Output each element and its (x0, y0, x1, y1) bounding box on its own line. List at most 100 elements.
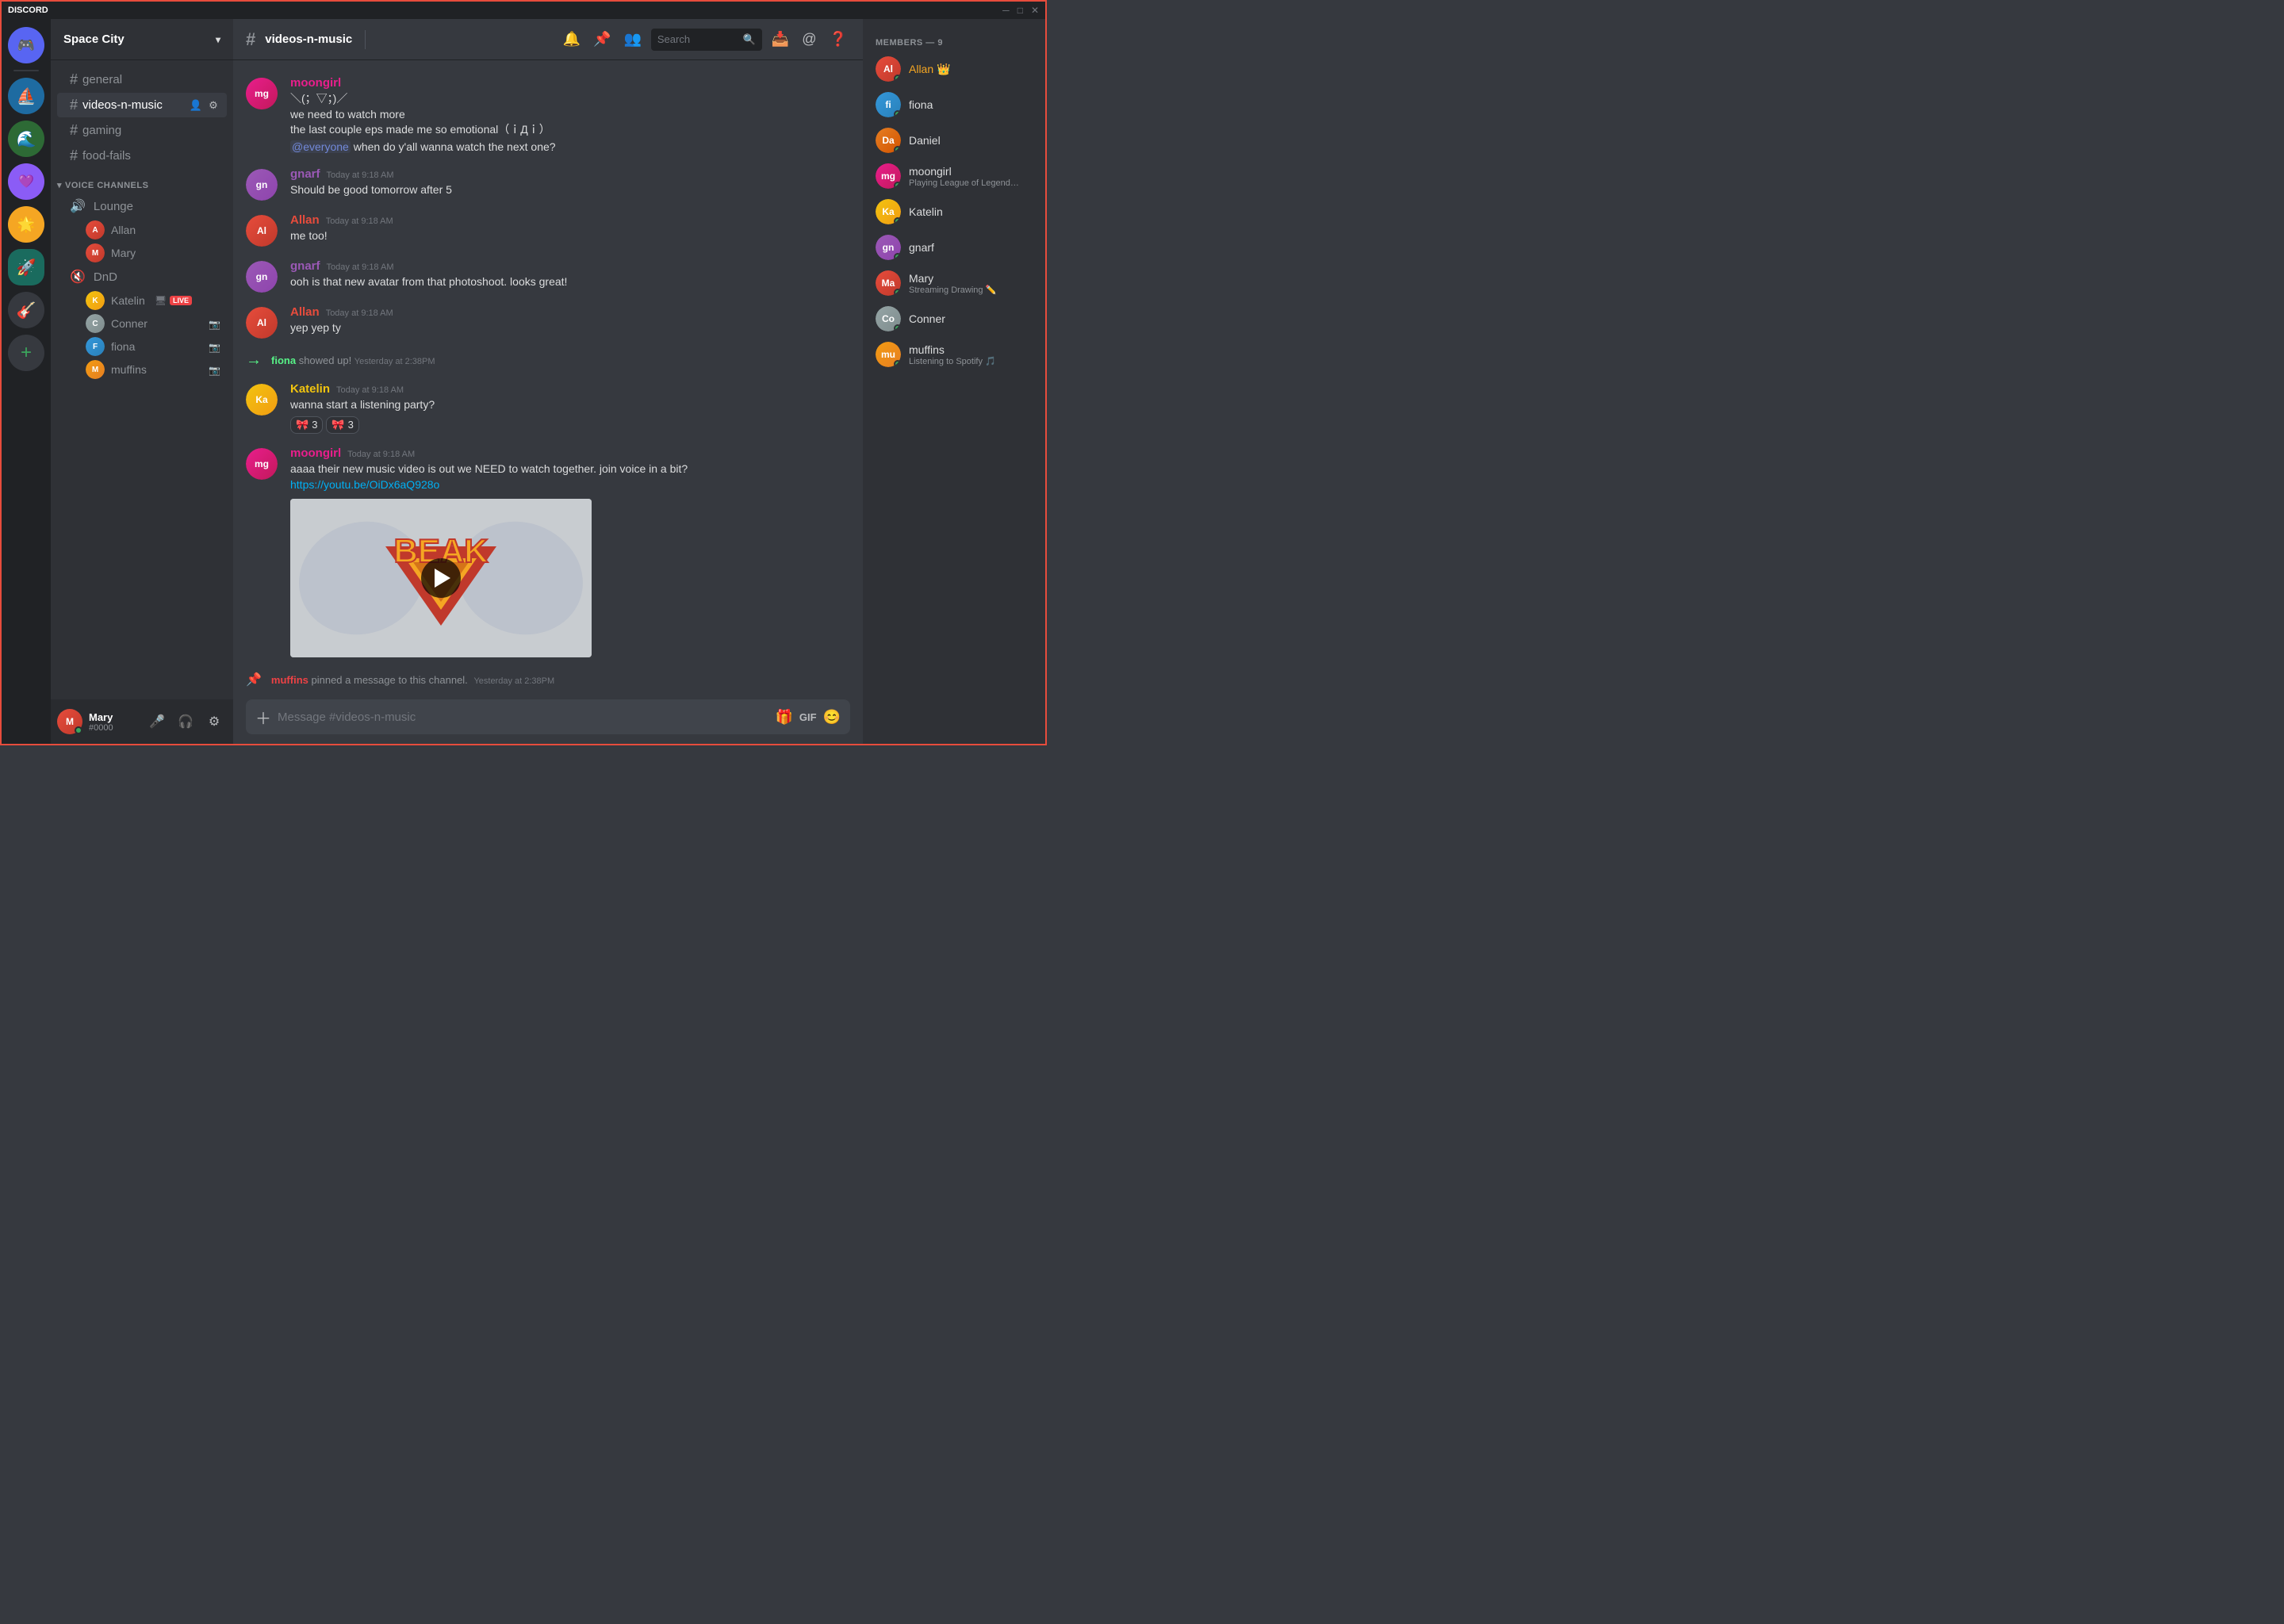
member-status-dot (894, 360, 901, 367)
system-text: muffins pinned a message to this channel… (271, 674, 554, 686)
app-title: DISCORD (8, 6, 48, 15)
member-item-moongirl[interactable]: mg moongirl Playing League of Legends 🎮 (869, 159, 1039, 193)
channel-item-lounge[interactable]: 🔊 Lounge (57, 194, 227, 218)
voice-user-fiona[interactable]: F fiona 📷 (79, 335, 227, 358)
channel-item-food-fails[interactable]: # food-fails (57, 144, 227, 168)
everyone-mention[interactable]: @everyone (290, 140, 351, 153)
member-item-fiona[interactable]: fi fiona (869, 87, 1039, 122)
reaction-1[interactable]: 🎀 3 (290, 416, 323, 434)
pin-button[interactable]: 📌 (590, 28, 614, 51)
system-message-pin: 📌 muffins pinned a message to this chann… (233, 667, 863, 690)
minimize-btn[interactable]: ─ (1002, 5, 1010, 16)
voice-user-muffins[interactable]: M muffins 📷 (79, 358, 227, 381)
channel-item-dnd[interactable]: 🔇 DnD (57, 265, 227, 289)
window-controls[interactable]: ─ □ ✕ (1002, 5, 1039, 16)
settings-channel-btn[interactable]: ⚙ (206, 98, 220, 113)
collapse-icon: ▾ (57, 180, 62, 190)
screen-share-icon: 🖥 (155, 295, 167, 306)
message-header: moongirl Today at 9:18 AM (290, 446, 850, 460)
joined-text: fiona showed up! Yesterday at 2:38PM (271, 354, 435, 366)
message-input-bar: ＋ 🎁 GIF 😊 (233, 690, 863, 744)
message-text: ＼(；▽；)／ we need to watch more the last c… (290, 91, 850, 138)
member-item-mary[interactable]: Ma Mary Streaming Drawing ✏️ (869, 266, 1039, 301)
video-embed[interactable]: BEAK (290, 499, 592, 657)
member-avatar: gn (876, 235, 901, 260)
server-icon-3[interactable]: 💜 (8, 163, 44, 200)
notification-bell-button[interactable]: 🔔 (560, 28, 584, 51)
maximize-btn[interactable]: □ (1017, 5, 1023, 16)
add-attachment-button[interactable]: ＋ (255, 706, 271, 729)
member-item-daniel[interactable]: Da Daniel (869, 123, 1039, 158)
channel-hash-icon: # (70, 147, 78, 164)
member-name: muffins (909, 343, 996, 356)
speaker-icon: 🔊 (70, 198, 86, 214)
message-text: wanna start a listening party? (290, 397, 850, 413)
server-icon-space-city[interactable]: 🚀 (8, 249, 44, 285)
system-user-muffins[interactable]: muffins (271, 674, 308, 686)
channel-hash-icon: # (70, 71, 78, 88)
member-name: gnarf (909, 241, 934, 254)
member-name: fiona (909, 98, 933, 111)
message-header: Katelin Today at 9:18 AM (290, 382, 850, 396)
member-name: Daniel (909, 134, 941, 147)
reaction-emoji: 🎀 (331, 419, 344, 431)
close-btn[interactable]: ✕ (1031, 5, 1039, 16)
server-divider (13, 70, 39, 71)
member-status-dot (894, 110, 901, 117)
voice-user-name: Conner (111, 317, 148, 330)
server-icon-6[interactable]: 🎸 (8, 292, 44, 328)
channel-sidebar: Space City ▾ # general # videos-n-music … (51, 19, 233, 744)
voice-user-katelin[interactable]: K Katelin 🖥 LIVE (79, 289, 227, 312)
deafen-button[interactable]: 🎧 (173, 709, 198, 734)
member-item-allan[interactable]: Al Allan 👑 (869, 52, 1039, 86)
server-icon-4[interactable]: 🌟 (8, 206, 44, 243)
help-button[interactable]: ❓ (826, 28, 850, 51)
message-group-katelin: Ka Katelin Today at 9:18 AM wanna start … (233, 379, 863, 437)
message-input[interactable] (278, 710, 768, 724)
member-item-muffins[interactable]: mu muffins Listening to Spotify 🎵 (869, 337, 1039, 372)
channel-item-general[interactable]: # general (57, 67, 227, 92)
reaction-2[interactable]: 🎀 3 (326, 416, 358, 434)
voice-channels-label: VOICE CHANNELS (65, 181, 148, 190)
mute-button[interactable]: 🎤 (144, 709, 170, 734)
member-info: Conner (909, 312, 945, 325)
gif-button[interactable]: GIF (799, 711, 817, 723)
user-info: Mary #0000 (89, 711, 138, 733)
video-link[interactable]: https://youtu.be/OiDx6aQ928o (290, 478, 439, 491)
message-avatar: gn (246, 261, 278, 293)
inbox-button[interactable]: 📥 (768, 28, 792, 51)
add-server-button[interactable]: + (8, 335, 44, 371)
channel-hash-icon: # (70, 97, 78, 113)
server-icon-2[interactable]: 🌊 (8, 121, 44, 157)
user-settings-button[interactable]: ⚙ (201, 709, 227, 734)
message-author: Katelin (290, 382, 330, 396)
voice-user-mary[interactable]: M Mary (79, 242, 227, 264)
channel-label: gaming (82, 124, 121, 137)
status-dot-online (75, 726, 82, 734)
members-button[interactable]: 👥 (620, 28, 644, 51)
server-icon-discord[interactable]: 🎮 (8, 27, 44, 63)
member-item-katelin[interactable]: Ka Katelin (869, 194, 1039, 229)
server-icon-1[interactable]: ⛵ (8, 78, 44, 114)
voice-user-allan[interactable]: A Allan (79, 219, 227, 241)
voice-user-name: Mary (111, 247, 136, 259)
messages-container[interactable]: mg moongirl ＼(；▽；)／ we need to watch mor… (233, 60, 863, 690)
emoji-button[interactable]: 😊 (823, 709, 841, 726)
message-header: Allan Today at 9:18 AM (290, 213, 850, 227)
gift-button[interactable]: 🎁 (775, 709, 792, 726)
add-user-channel-btn[interactable]: 👤 (189, 98, 203, 113)
member-name: Conner (909, 312, 945, 325)
message-author: moongirl (290, 76, 341, 90)
server-header[interactable]: Space City ▾ (51, 19, 233, 60)
member-item-gnarf[interactable]: gn gnarf (869, 230, 1039, 265)
voice-channels-category[interactable]: ▾ VOICE CHANNELS (51, 169, 233, 193)
channel-item-videos-n-music[interactable]: # videos-n-music 👤 ⚙ (57, 93, 227, 117)
voice-user-conner[interactable]: C Conner 📷 (79, 312, 227, 335)
search-bar[interactable]: Search 🔍 (651, 29, 762, 51)
member-item-conner[interactable]: Co Conner (869, 301, 1039, 336)
mention-button[interactable]: @ (799, 28, 819, 51)
reaction-emoji: 🎀 (296, 419, 308, 431)
member-status-dot (894, 146, 901, 153)
channel-item-gaming[interactable]: # gaming (57, 118, 227, 143)
play-button[interactable] (421, 558, 461, 598)
